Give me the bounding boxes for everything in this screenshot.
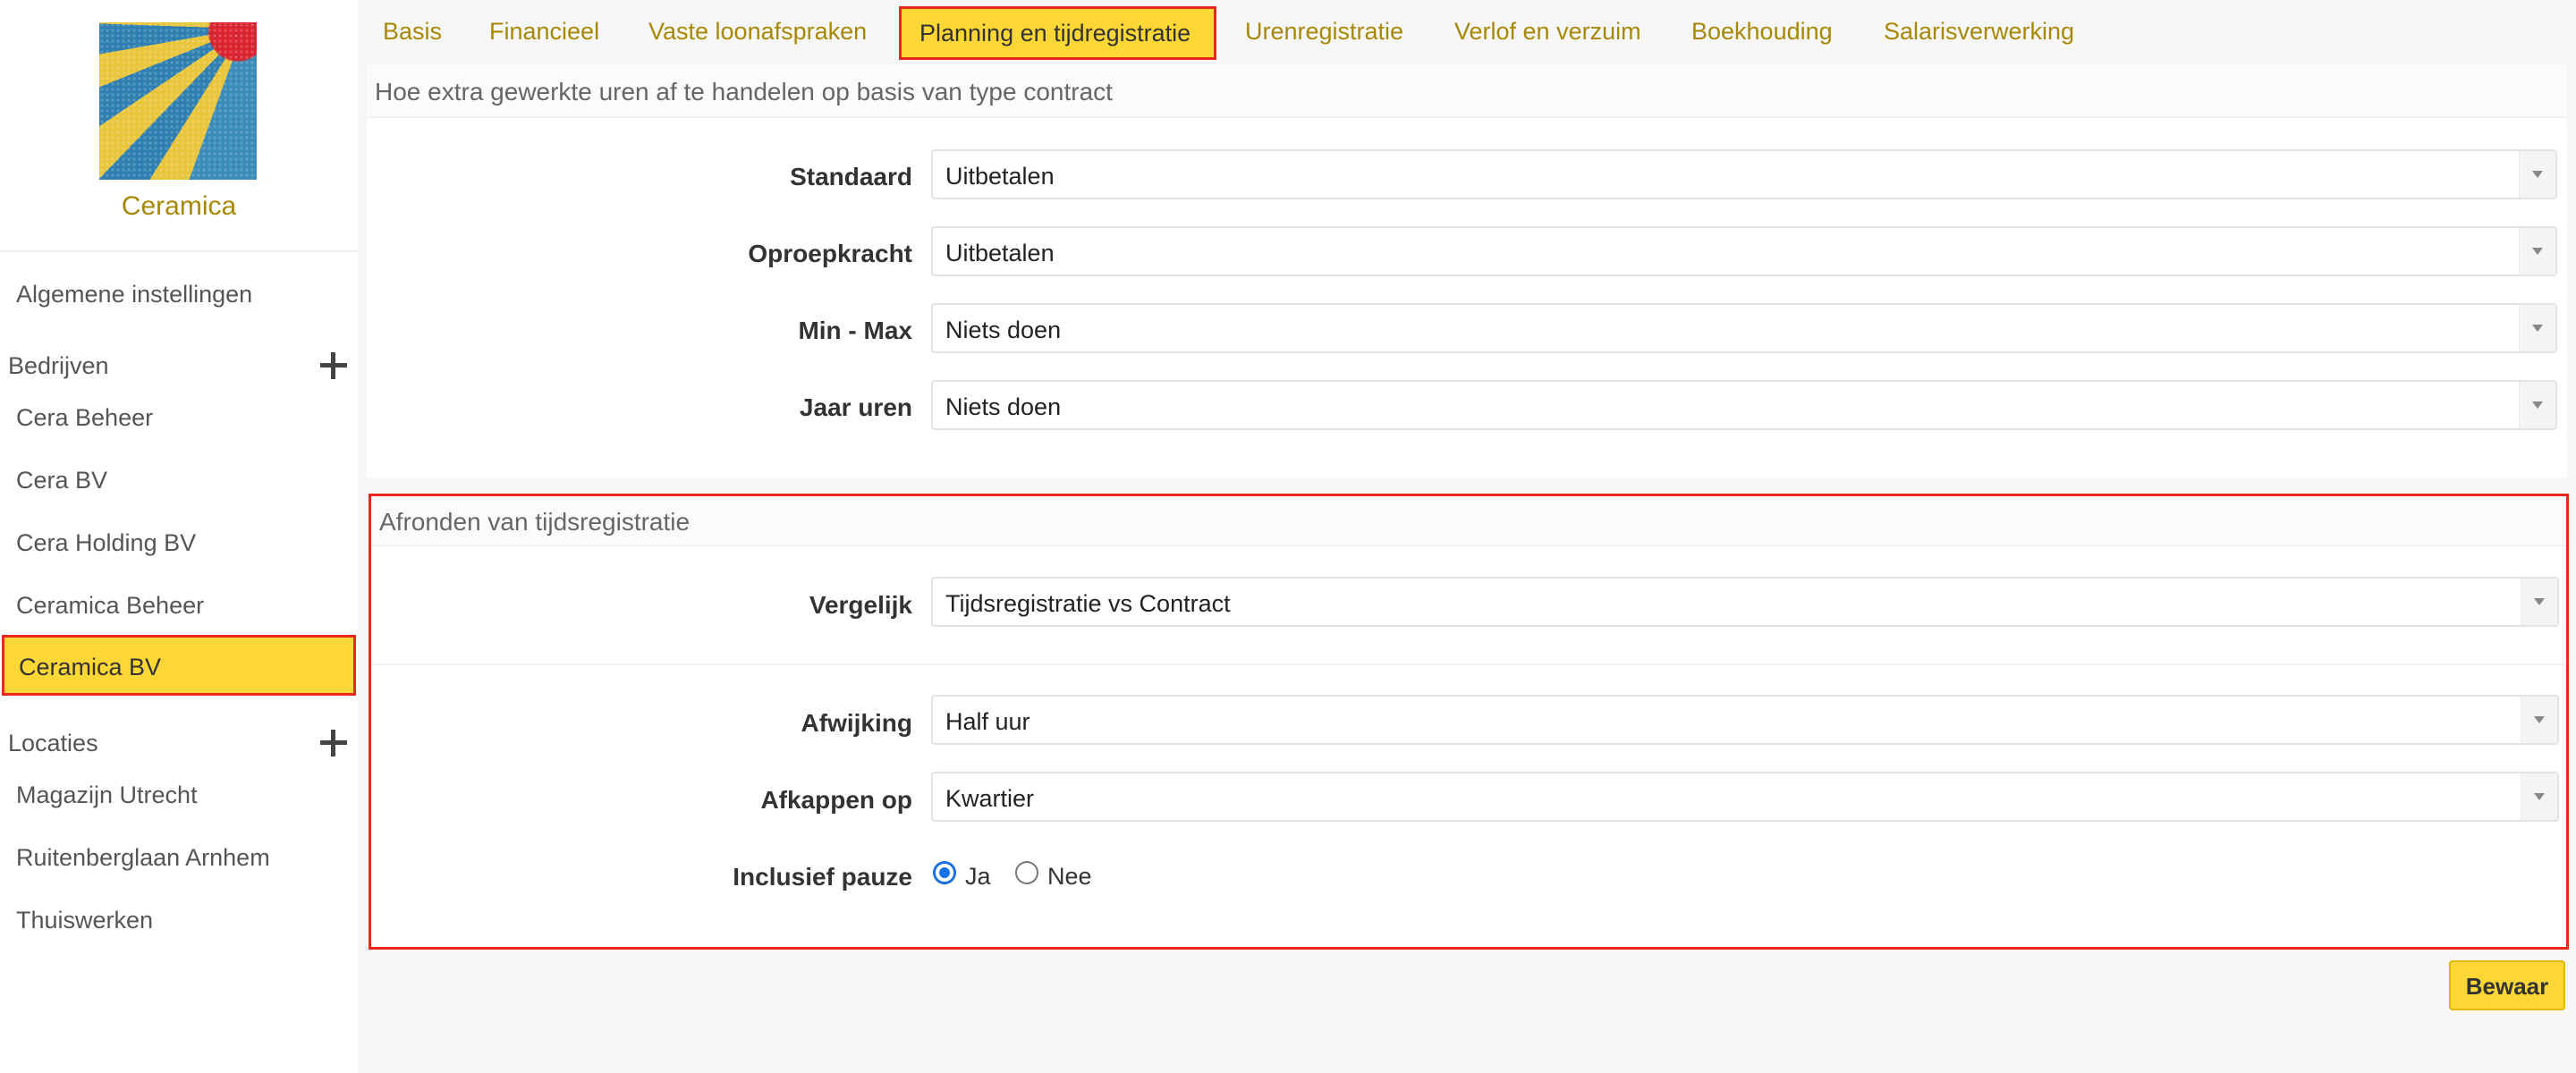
sidebar-item-location[interactable]: Magazijn Utrecht	[16, 782, 198, 809]
sidebar-item-label: Ceramica BV	[19, 654, 162, 680]
sidebar-item-company[interactable]: Cera BV	[16, 467, 107, 494]
select-value: Kwartier	[945, 785, 1035, 812]
chevron-down-icon	[2519, 305, 2555, 351]
afkappen-op-select[interactable]: Kwartier	[931, 772, 2559, 822]
field-label: Standaard	[790, 163, 912, 190]
field-label: Oproepkracht	[748, 240, 912, 267]
select-value: Niets doen	[945, 393, 1062, 420]
tab-boekhouding[interactable]: Boekhouding	[1691, 18, 1833, 46]
chevron-down-icon	[2519, 228, 2555, 275]
field-label: Vergelijk	[809, 591, 912, 619]
radio-nee[interactable]	[1015, 861, 1038, 884]
tab-financieel[interactable]: Financieel	[489, 18, 599, 46]
min-max-select[interactable]: Niets doen	[931, 303, 2557, 353]
chevron-down-icon	[2519, 151, 2555, 198]
tab-urenregistratie[interactable]: Urenregistratie	[1245, 18, 1403, 46]
panel-header	[371, 496, 2566, 546]
vergelijk-select[interactable]: Tijdsregistratie vs Contract	[931, 577, 2559, 627]
divider	[371, 663, 2566, 665]
select-value: Half uur	[945, 708, 1030, 735]
field-label: Inclusief pauze	[733, 863, 912, 891]
select-value: Niets doen	[945, 317, 1062, 343]
sidebar-item-general[interactable]: Algemene instellingen	[16, 281, 252, 308]
chevron-down-icon	[2521, 697, 2557, 743]
add-location-plus-icon[interactable]	[320, 730, 347, 756]
tab-basis[interactable]: Basis	[383, 18, 442, 46]
company-logo	[99, 22, 257, 180]
sidebar-item-location[interactable]: Ruitenberglaan Arnhem	[16, 844, 270, 872]
sidebar-item-location[interactable]: Thuiswerken	[16, 907, 153, 934]
radio-label-ja: Ja	[965, 863, 991, 890]
add-company-plus-icon[interactable]	[320, 352, 347, 379]
sidebar-divider	[0, 250, 358, 252]
chevron-down-icon	[2521, 773, 2557, 820]
afwijking-select[interactable]: Half uur	[931, 695, 2559, 745]
tab-vaste-loonafspraken[interactable]: Vaste loonafspraken	[648, 18, 867, 46]
jaar-uren-select[interactable]: Niets doen	[931, 380, 2557, 430]
sidebar-item-company[interactable]: Cera Holding BV	[16, 529, 196, 557]
sidebar-header-locations: Locaties	[8, 730, 98, 756]
standaard-select[interactable]: Uitbetalen	[931, 149, 2557, 199]
field-label: Afwijking	[801, 709, 912, 737]
panel-title: Afronden van tijdsregistratie	[379, 508, 691, 536]
select-value: Uitbetalen	[945, 240, 1055, 266]
company-name: Ceramica	[121, 191, 237, 221]
overtime-panel: Hoe extra gewerkte uren af te handelen o…	[367, 64, 2567, 477]
field-label: Afkappen op	[760, 786, 912, 814]
sidebar-item-company[interactable]: Ceramica Beheer	[16, 592, 204, 620]
select-value: Tijdsregistratie vs Contract	[945, 590, 1231, 617]
sidebar-item-company-active[interactable]: Ceramica BV	[2, 635, 356, 696]
chevron-down-icon	[2519, 382, 2555, 428]
sidebar: Ceramica Algemene instellingen Bedrijven…	[0, 0, 358, 1073]
oproepkracht-select[interactable]: Uitbetalen	[931, 226, 2557, 276]
field-label: Min - Max	[798, 317, 912, 344]
radio-label-nee: Nee	[1047, 863, 1092, 890]
tab-salarisverwerking[interactable]: Salarisverwerking	[1884, 18, 2074, 46]
sidebar-header-companies: Bedrijven	[8, 352, 109, 379]
sidebar-item-company[interactable]: Cera Beheer	[16, 404, 153, 432]
field-label: Jaar uren	[799, 393, 912, 421]
chevron-down-icon	[2521, 579, 2557, 625]
save-button[interactable]: Bewaar	[2449, 960, 2565, 1010]
tab-verlof-en-verzuim[interactable]: Verlof en verzuim	[1454, 18, 1641, 46]
tab-planning-active[interactable]: Planning en tijdregistratie	[899, 6, 1216, 60]
tab-label: Planning en tijdregistratie	[919, 20, 1191, 46]
rounding-panel: Afronden van tijdsregistratie Vergelijk …	[369, 494, 2569, 950]
select-value: Uitbetalen	[945, 163, 1055, 190]
radio-ja[interactable]	[933, 861, 956, 884]
panel-title: Hoe extra gewerkte uren af te handelen o…	[375, 78, 1113, 106]
